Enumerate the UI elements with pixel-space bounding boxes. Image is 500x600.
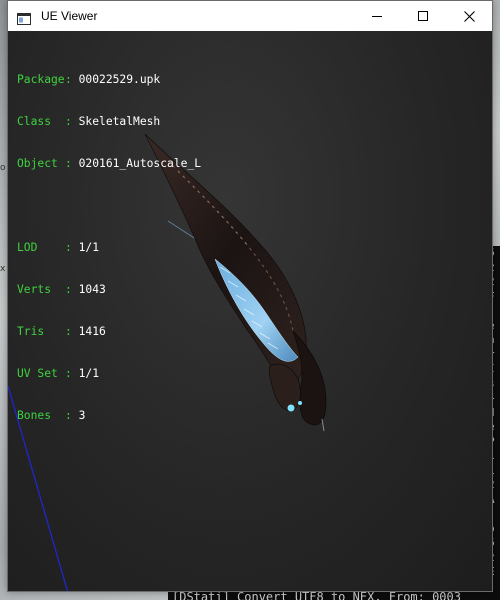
info-row-tris: Tris: 1416 [17, 325, 201, 339]
info-label: Tris [17, 325, 45, 338]
3d-viewport[interactable]: Package: 00022529.upk Class: SkeletalMes… [8, 31, 492, 591]
info-value-package: 00022529.upk [78, 73, 161, 86]
info-label: Class [17, 115, 52, 128]
info-row-class: Class: SkeletalMesh [17, 115, 201, 129]
info-separator: : [65, 73, 79, 86]
mesh-info-panel: Package: 00022529.upk Class: SkeletalMes… [17, 45, 201, 451]
background-mark: o [0, 163, 6, 173]
info-label: Package [17, 73, 65, 86]
background-mark: x [0, 264, 6, 274]
window-title: UE Viewer [41, 9, 98, 23]
info-label: LOD [17, 241, 38, 254]
info-separator: : [65, 283, 79, 296]
info-row-lod: LOD: 1/1 [17, 241, 201, 255]
info-label: Object [17, 157, 58, 170]
info-label: UV Set [17, 367, 58, 380]
info-row-package: Package: 00022529.upk [17, 73, 201, 87]
info-value-lod: 1/1 [78, 241, 100, 254]
info-row-bones: Bones: 3 [17, 409, 201, 423]
info-separator: : [65, 325, 79, 338]
info-separator: : [65, 115, 79, 128]
maximize-button[interactable] [400, 1, 446, 31]
app-window-icon [17, 10, 31, 25]
info-separator: : [65, 241, 79, 254]
window-controls [354, 1, 492, 31]
info-label: Bones [17, 409, 52, 422]
info-value-uvset: 1/1 [78, 367, 100, 380]
info-value-bones: 3 [78, 409, 86, 422]
maximize-icon [418, 11, 428, 21]
info-value-tris: 1416 [78, 325, 106, 338]
info-value-verts: 1043 [78, 283, 106, 296]
close-button[interactable] [446, 1, 492, 31]
info-separator: : [65, 367, 79, 380]
ue-viewer-window[interactable]: UE Viewer Package: 00022529.upk Class: … [7, 0, 493, 592]
info-label: Verts [17, 283, 52, 296]
info-separator: : [65, 157, 79, 170]
minimize-button[interactable] [354, 1, 400, 31]
title-bar[interactable]: UE Viewer [8, 1, 492, 31]
close-icon [463, 10, 475, 22]
info-row-uvset: UV Set: 1/1 [17, 367, 201, 381]
info-row-verts: Verts: 1043 [17, 283, 201, 297]
info-row-object: Object: 020161_Autoscale_L [17, 157, 201, 171]
info-spacer [17, 199, 201, 213]
minimize-icon [372, 16, 382, 17]
info-separator: : [65, 409, 79, 422]
info-value-class: SkeletalMesh [78, 115, 161, 128]
info-value-object: 020161_Autoscale_L [78, 157, 202, 170]
